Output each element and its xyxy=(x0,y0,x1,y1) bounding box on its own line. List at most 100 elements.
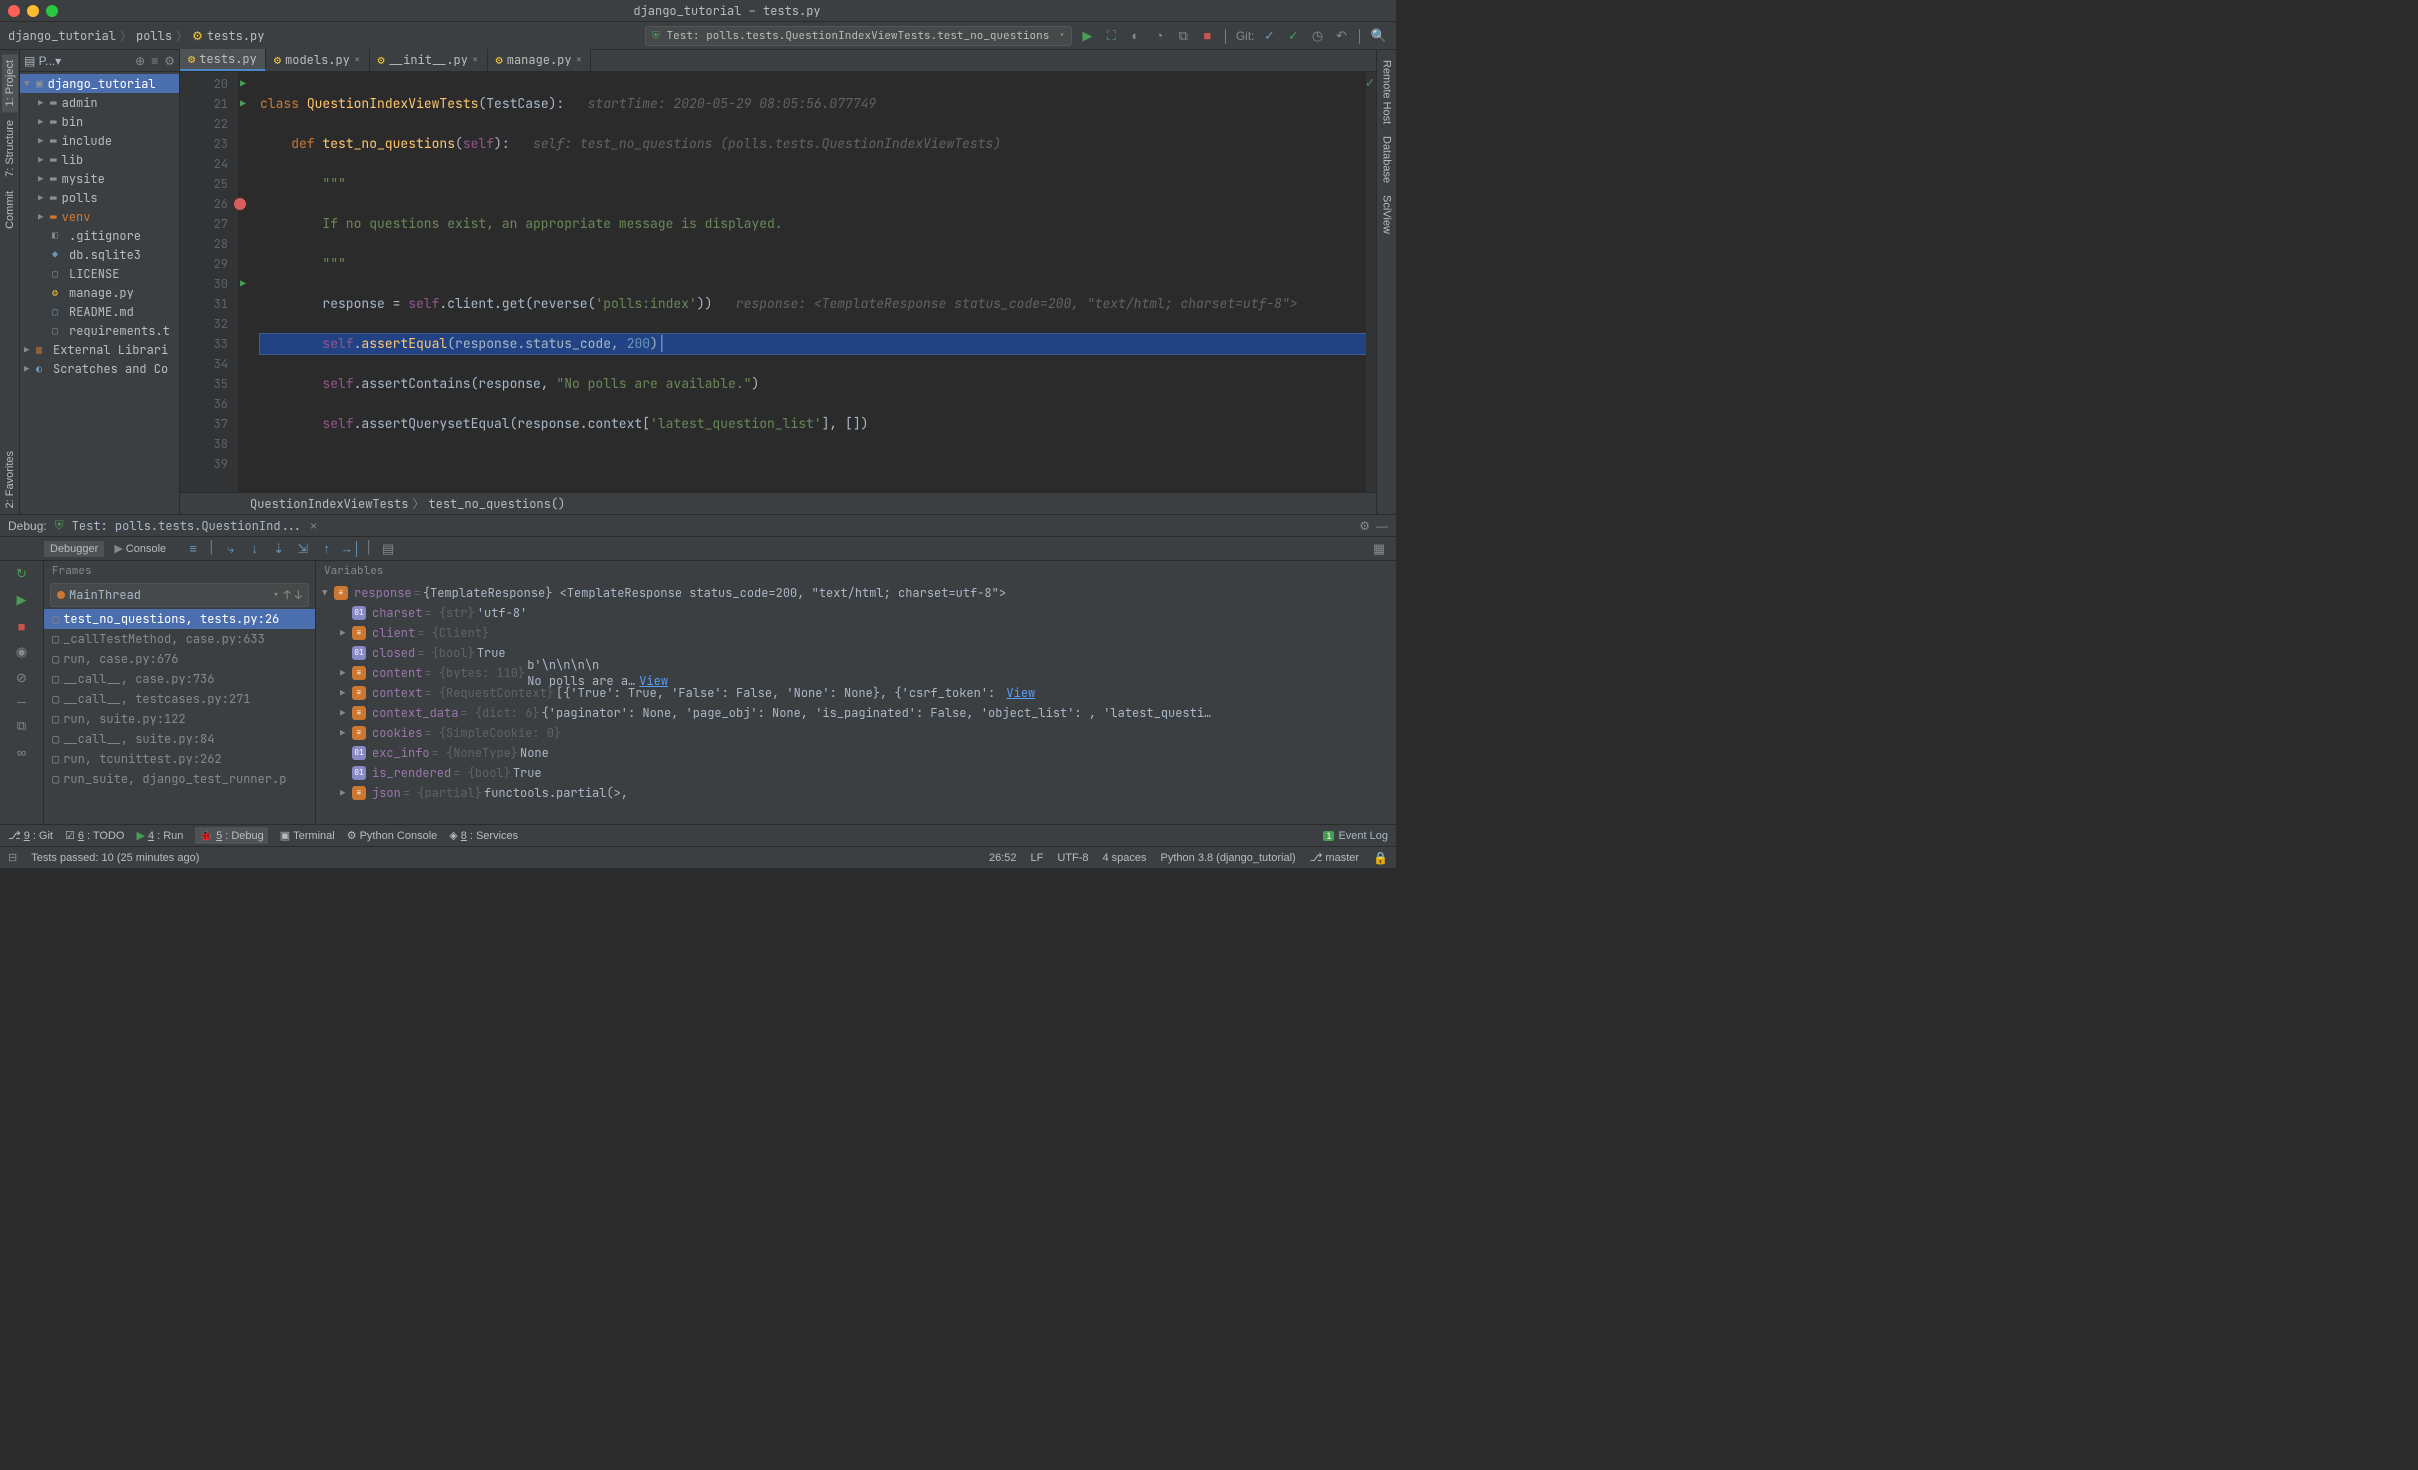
select-opened-file-icon[interactable]: ⊕ xyxy=(135,54,145,68)
minimize-window-icon[interactable] xyxy=(27,5,39,17)
close-tab-icon[interactable]: × xyxy=(310,519,317,533)
status-indent[interactable]: 4 spaces xyxy=(1103,852,1147,864)
project-tool-button[interactable]: 1: Project xyxy=(2,54,18,112)
status-python[interactable]: Python 3.8 (django_tutorial) xyxy=(1161,852,1296,864)
var-item[interactable]: 01is_rendered = {bool} True xyxy=(316,763,1396,783)
run-config-selector[interactable]: ⛨ Test: polls.tests.QuestionIndexViewTes… xyxy=(645,26,1073,46)
mute-breakpoints-icon[interactable]: ⊘ xyxy=(13,669,31,687)
var-item[interactable]: ▶≡client = {Client} xyxy=(316,623,1396,643)
tree-root[interactable]: ▼▣django_tutorial xyxy=(20,74,179,93)
var-item[interactable]: ▶≡json = {partial} functools.partial(>, xyxy=(316,783,1396,803)
breakpoint-icon[interactable] xyxy=(234,198,246,210)
resume-icon[interactable]: ▶ xyxy=(13,591,31,609)
frame-item[interactable]: ▢__call__, case.py:736 xyxy=(44,669,315,689)
concurrency-button[interactable]: ⧉ xyxy=(1174,27,1192,45)
copy-icon[interactable]: ⧉ xyxy=(13,717,31,735)
layout-settings-icon[interactable]: ▦ xyxy=(1370,540,1388,558)
sciview-tool-button[interactable]: SciView xyxy=(1379,189,1395,240)
frame-item[interactable]: ▢test_no_questions, tests.py:26 xyxy=(44,609,315,629)
structure-tool-button[interactable]: 7: Structure xyxy=(2,114,18,183)
editor-gutter[interactable]: 20▶ 21▶ 22 23 24 25 26 27 28 29 30▶ 31 3… xyxy=(180,72,238,492)
code-content[interactable]: class QuestionIndexViewTests(TestCase): … xyxy=(238,72,1376,492)
lock-icon[interactable]: 🔒 xyxy=(1373,851,1388,865)
tree-file-gitignore[interactable]: ◧.gitignore xyxy=(20,226,179,245)
inspections-ok-icon[interactable]: ✓ xyxy=(1366,74,1374,92)
var-item[interactable]: ▶≡cookies = {SimpleCookie: 0} xyxy=(316,723,1396,743)
remote-host-tool-button[interactable]: Remote Host xyxy=(1379,54,1395,130)
python-console-tool-button[interactable]: ⚙ Python Console xyxy=(347,829,438,842)
expand-all-icon[interactable]: ≡ xyxy=(151,54,158,68)
git-commit-icon[interactable]: ✓ xyxy=(1285,27,1303,45)
view-breakpoints-icon[interactable]: ◉ xyxy=(13,643,31,661)
frame-item[interactable]: ▢_callTestMethod, case.py:633 xyxy=(44,629,315,649)
close-window-icon[interactable] xyxy=(8,5,20,17)
tab-models[interactable]: ⚙models.py× xyxy=(266,49,370,71)
terminal-tool-button[interactable]: ▣ Terminal xyxy=(280,829,335,842)
var-item[interactable]: 01charset = {str} 'utf-8' xyxy=(316,603,1396,623)
tree-folder-mysite[interactable]: ▶▬mysite xyxy=(20,169,179,188)
close-icon[interactable]: × xyxy=(472,53,479,67)
commit-tool-button[interactable]: Commit xyxy=(2,185,18,235)
var-root[interactable]: ▼≡response = {TemplateResponse} <Templat… xyxy=(316,583,1396,603)
console-tab[interactable]: ▶Console xyxy=(108,540,172,557)
git-history-icon[interactable]: ◷ xyxy=(1309,27,1327,45)
favorites-tool-button[interactable]: 2: Favorites xyxy=(2,445,18,514)
var-item[interactable]: ▶≡context = {RequestContext} [{'True': T… xyxy=(316,683,1396,703)
project-view-title[interactable]: ▤ P...▾ xyxy=(24,54,61,68)
todo-tool-button[interactable]: ☑ 6: TODO xyxy=(65,829,125,842)
var-item[interactable]: ▶≡content = {bytes: 110} b'\n\n\n\n No p… xyxy=(316,663,1396,683)
debug-tool-button[interactable]: 🐞 5: Debug xyxy=(195,827,267,844)
tree-folder-venv[interactable]: ▶▬venv xyxy=(20,207,179,226)
run-to-cursor-icon[interactable]: →│ xyxy=(342,540,360,558)
frame-item[interactable]: ▢run, suite.py:122 xyxy=(44,709,315,729)
next-frame-icon[interactable]: ↓ xyxy=(295,587,302,603)
frame-item[interactable]: ▢run, tcunittest.py:262 xyxy=(44,749,315,769)
settings-icon[interactable]: ⚙ xyxy=(164,54,175,68)
close-icon[interactable]: × xyxy=(354,53,361,67)
tree-folder-polls[interactable]: ▶▬polls xyxy=(20,188,179,207)
thread-selector[interactable]: MainThread ▾↑↓ xyxy=(50,583,309,607)
breadcrumb-file[interactable]: tests.py xyxy=(207,28,265,44)
var-item[interactable]: 01exc_info = {NoneType} None xyxy=(316,743,1396,763)
profile-button[interactable]: ◔ xyxy=(1150,27,1168,45)
tree-file-db[interactable]: ◆db.sqlite3 xyxy=(20,245,179,264)
step-into-my-icon[interactable]: ⇣ xyxy=(270,540,288,558)
link-icon[interactable]: ∞ xyxy=(13,743,31,761)
evaluate-icon[interactable]: ▤ xyxy=(379,540,397,558)
tab-init[interactable]: ⚙__init__.py× xyxy=(370,49,488,71)
tree-file-manage[interactable]: ⚙manage.py xyxy=(20,283,179,302)
event-log-button[interactable]: 1Event Log xyxy=(1323,830,1388,842)
var-item[interactable]: 01closed = {bool} True xyxy=(316,643,1396,663)
tree-file-readme[interactable]: ▢README.md xyxy=(20,302,179,321)
status-encoding[interactable]: UTF-8 xyxy=(1057,852,1088,864)
frame-item[interactable]: ▢__call__, suite.py:84 xyxy=(44,729,315,749)
var-item[interactable]: ▶≡context_data = {dict: 6} {'paginator':… xyxy=(316,703,1396,723)
git-tool-button[interactable]: ⎇ 9: Git xyxy=(8,829,53,842)
tree-folder-include[interactable]: ▶▬include xyxy=(20,131,179,150)
minimize-icon[interactable]: — xyxy=(1376,519,1388,533)
git-update-icon[interactable]: ✓ xyxy=(1261,27,1279,45)
breadcrumb-folder[interactable]: polls xyxy=(136,28,172,44)
debug-button[interactable]: ⛶ xyxy=(1102,27,1120,45)
tree-folder-admin[interactable]: ▶▬admin xyxy=(20,93,179,112)
debugger-tab[interactable]: Debugger xyxy=(44,541,104,557)
database-tool-button[interactable]: Database xyxy=(1379,130,1395,189)
step-out-icon[interactable]: ↑ xyxy=(318,540,336,558)
tree-file-requirements[interactable]: ▢requirements.t xyxy=(20,321,179,340)
step-into-icon[interactable]: ↓ xyxy=(246,540,264,558)
step-over-align-icon[interactable]: ≡ xyxy=(184,540,202,558)
tab-tests[interactable]: ⚙tests.py xyxy=(180,49,266,71)
tree-folder-bin[interactable]: ▶▬bin xyxy=(20,112,179,131)
services-tool-button[interactable]: ◈ 8: Services xyxy=(449,829,518,842)
editor-marker-stripe[interactable] xyxy=(1366,72,1376,492)
tree-external-libs[interactable]: ▶▥External Librari xyxy=(20,340,179,359)
breadcrumb-root[interactable]: django_tutorial xyxy=(8,28,116,44)
frame-item[interactable]: ▢__call__, testcases.py:271 xyxy=(44,689,315,709)
status-branch[interactable]: ⎇ master xyxy=(1310,851,1359,864)
maximize-window-icon[interactable] xyxy=(46,5,58,17)
rerun-icon[interactable]: ↻ xyxy=(13,565,31,583)
coverage-button[interactable]: ◐ xyxy=(1126,27,1144,45)
hide-tools-icon[interactable]: ⊟ xyxy=(8,851,17,864)
status-caret-pos[interactable]: 26:52 xyxy=(989,852,1017,864)
stop-button[interactable]: ■ xyxy=(1198,27,1216,45)
